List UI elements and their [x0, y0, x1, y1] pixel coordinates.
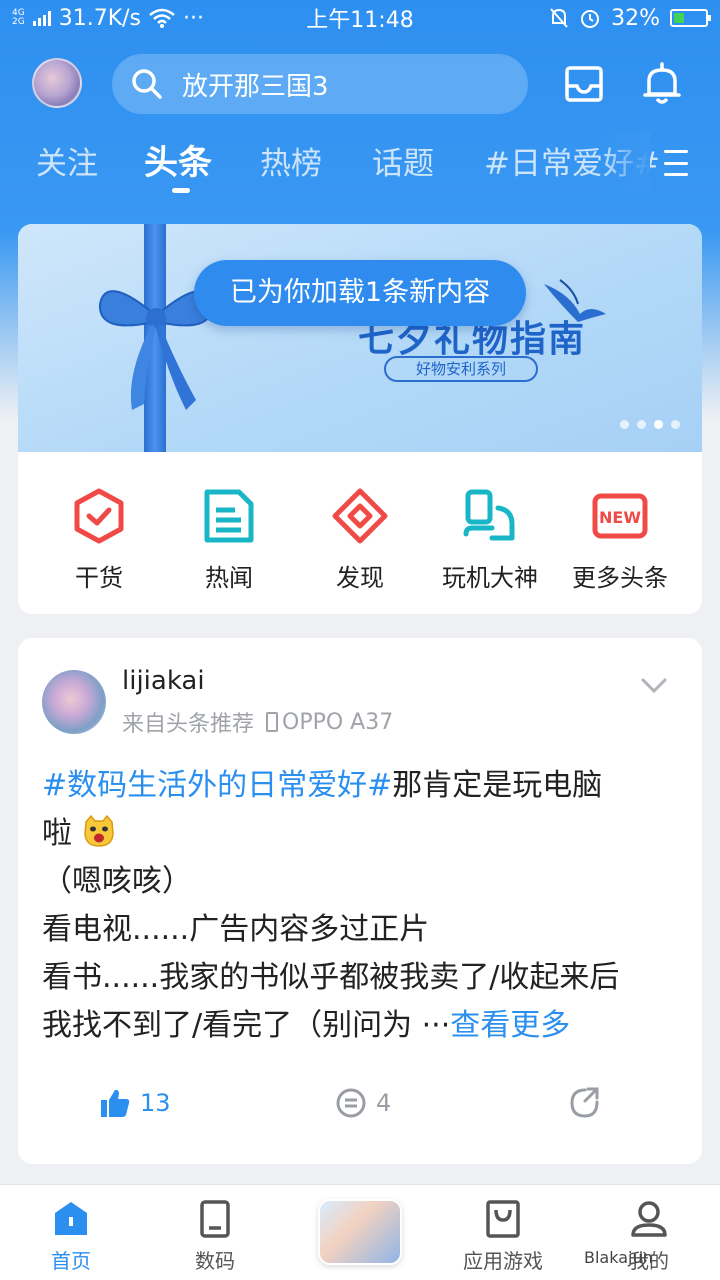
- quick-link-label: 热闻: [205, 564, 253, 592]
- network-bottom-label: 2G: [12, 17, 25, 27]
- comment-icon: [336, 1088, 366, 1118]
- tab-following[interactable]: 关注: [36, 138, 98, 183]
- tab-menu-icon[interactable]: [664, 150, 688, 176]
- carousel-dot: [620, 420, 629, 429]
- new-badge-icon: NEW: [592, 493, 648, 539]
- post-text: 我找不到了/看完了（别问为 ···: [42, 1008, 451, 1043]
- banner-carousel[interactable]: 七夕礼物指南 好物安利系列 已为你加载1条新内容: [18, 224, 702, 452]
- quick-link-label: 更多头条: [572, 564, 668, 592]
- post-line: 看电视......广告内容多过正片: [42, 912, 430, 947]
- svg-text:NEW: NEW: [599, 508, 641, 527]
- quick-link-more-headlines[interactable]: NEW 更多头条: [555, 488, 685, 593]
- wifi-icon: [149, 8, 175, 28]
- like-button[interactable]: 13: [98, 1086, 171, 1120]
- post-device: OPPO A37: [282, 709, 394, 735]
- quick-link-phone-experts[interactable]: 玩机大神: [425, 488, 555, 593]
- carousel-dot-active: [654, 420, 663, 429]
- watermark: Blakajun: [584, 1248, 653, 1267]
- inbox-icon: [565, 66, 603, 102]
- magpie-icon: [544, 279, 606, 322]
- carousel-dot: [671, 420, 680, 429]
- feed-post[interactable]: lijiakai 来自头条推荐 OPPO A37 #数码生活外的日常爱好#那肯定…: [18, 638, 702, 1164]
- quick-link-label: 玩机大神: [442, 564, 538, 592]
- user-avatar[interactable]: [32, 58, 82, 108]
- see-more-link[interactable]: 查看更多: [450, 1008, 570, 1043]
- featured-card: 七夕礼物指南 好物安利系列 已为你加载1条新内容 干货 热闻 发现 玩机大神 N…: [18, 224, 702, 614]
- user-icon: [631, 1201, 667, 1237]
- shopping-bag-icon: [486, 1200, 520, 1238]
- post-line: 我找不到了/看完了（别问为 ···查看更多: [42, 1002, 678, 1050]
- post-line: 看书......我家的书似乎都被我卖了/收起来后: [42, 960, 620, 995]
- more-notifications-dots: ···: [183, 5, 204, 31]
- carousel-indicator: [620, 420, 680, 429]
- diamond-compass-icon: [332, 488, 388, 544]
- share-button[interactable]: [568, 1086, 602, 1120]
- check-hexagon-icon: [74, 488, 124, 544]
- nav-apps-games[interactable]: 应用游戏: [448, 1199, 558, 1274]
- battery-icon: [670, 9, 711, 27]
- nav-label: 数码: [195, 1249, 235, 1273]
- post-actions: 13 4: [18, 1086, 702, 1130]
- mute-bell-icon: [550, 8, 568, 28]
- active-tab-indicator: [172, 188, 190, 193]
- nav-digital[interactable]: 数码: [160, 1199, 270, 1274]
- new-content-toast: 已为你加载1条新内容: [194, 260, 526, 326]
- tab-fade-overlay: [600, 132, 650, 192]
- quick-link-hot-news[interactable]: 热闻: [164, 488, 294, 593]
- author-avatar[interactable]: [42, 670, 106, 734]
- inbox-button[interactable]: [560, 60, 608, 108]
- search-bar[interactable]: 放开那三国3: [112, 54, 528, 114]
- phone-user-icon: [463, 489, 515, 541]
- quick-link-label: 干货: [75, 564, 123, 592]
- thumbs-up-icon: [101, 1089, 130, 1117]
- quick-link-label: 发现: [336, 564, 384, 592]
- post-meta: 来自头条推荐 OPPO A37: [122, 706, 393, 738]
- notifications-button[interactable]: [638, 60, 686, 108]
- home-icon: [55, 1202, 87, 1235]
- post-source: 来自头条推荐: [122, 712, 255, 737]
- nav-home[interactable]: 首页: [16, 1199, 126, 1274]
- quick-link-tips[interactable]: 干货: [34, 488, 164, 593]
- post-text: 啦: [42, 816, 72, 851]
- tab-headlines[interactable]: 头条: [144, 135, 212, 184]
- network-type: 4G 2G: [12, 9, 25, 27]
- nav-label: 首页: [51, 1249, 91, 1273]
- cat-emoji-icon: [83, 814, 114, 847]
- post-line: #数码生活外的日常爱好#那肯定是玩电脑: [42, 762, 678, 810]
- post-content: #数码生活外的日常爱好#那肯定是玩电脑 啦 （嗯咳咳） 看电视......广告内…: [42, 762, 678, 1050]
- author-name[interactable]: lijiakai: [122, 666, 205, 696]
- comment-button[interactable]: 4: [334, 1086, 391, 1120]
- quick-link-discover[interactable]: 发现: [295, 488, 425, 593]
- share-icon: [570, 1087, 599, 1118]
- tab-topics[interactable]: 话题: [372, 138, 434, 183]
- signal-icon: [32, 10, 51, 26]
- phone-icon: [266, 712, 279, 732]
- search-icon: [132, 69, 162, 99]
- status-bar: 4G 2G 31.7K/s ··· 上午11:48 32%: [0, 0, 720, 36]
- chevron-down-icon[interactable]: [640, 676, 668, 696]
- alarm-icon: [581, 10, 600, 28]
- topic-hashtag-link[interactable]: #数码生活外的日常爱好#: [42, 768, 392, 803]
- featured-game-thumbnail[interactable]: [318, 1199, 402, 1265]
- quick-links: 干货 热闻 发现 玩机大神 NEW 更多头条: [18, 452, 702, 614]
- post-line: 啦: [42, 810, 678, 858]
- post-line: （嗯咳咳）: [42, 864, 192, 899]
- tablet-icon: [200, 1200, 230, 1238]
- search-placeholder: 放开那三国3: [182, 71, 329, 102]
- network-speed: 31.7K/s: [58, 5, 141, 31]
- like-count: 13: [140, 1089, 171, 1117]
- battery-percent: 32%: [611, 5, 660, 31]
- post-text: 那肯定是玩电脑: [392, 768, 603, 803]
- tab-hot-list[interactable]: 热榜: [260, 138, 322, 183]
- nav-label: 应用游戏: [463, 1249, 543, 1273]
- carousel-dot: [637, 420, 646, 429]
- category-tabs: 关注 头条 热榜 话题 #日常爱好#: [0, 132, 720, 196]
- comment-count: 4: [376, 1089, 392, 1117]
- banner-tag: 好物安利系列: [384, 356, 538, 382]
- top-header: 放开那三国3: [0, 52, 720, 116]
- bell-icon: [643, 62, 681, 104]
- document-icon: [204, 489, 254, 543]
